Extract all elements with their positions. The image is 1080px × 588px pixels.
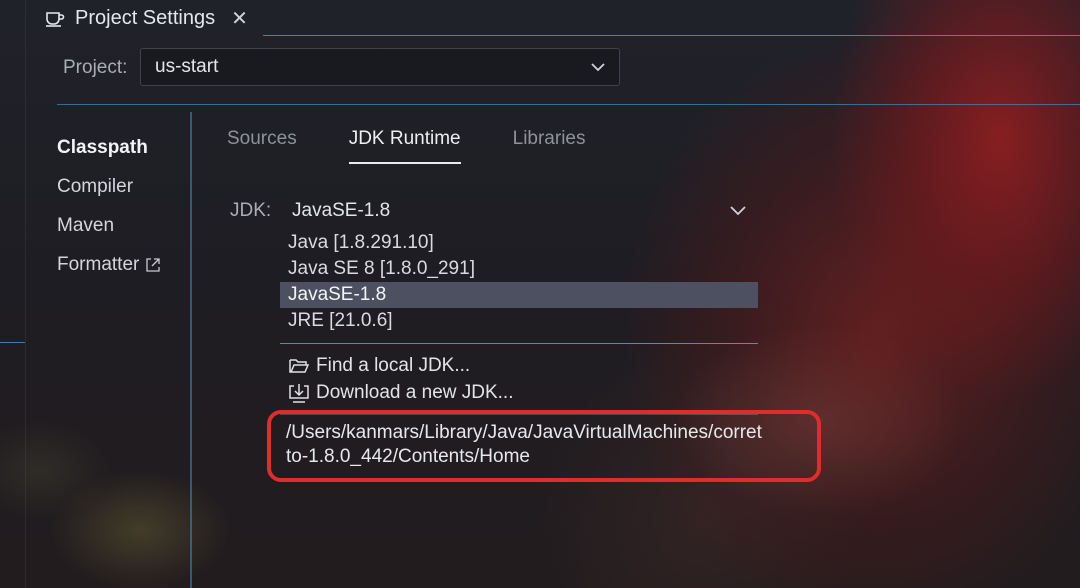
coffee-cup-icon bbox=[46, 12, 65, 27]
sidebar-item-classpath[interactable]: Classpath bbox=[57, 128, 161, 167]
sidebar-item-compiler[interactable]: Compiler bbox=[57, 167, 161, 206]
jdk-option-selected[interactable]: JavaSE-1.8 bbox=[280, 282, 758, 308]
jdk-select-value[interactable]: JavaSE-1.8 bbox=[292, 200, 390, 222]
tab-title: Project Settings bbox=[75, 6, 216, 29]
external-link-icon bbox=[146, 257, 161, 272]
sidebar-divider bbox=[190, 112, 192, 588]
left-panel-line bbox=[0, 342, 25, 343]
find-local-jdk-label: Find a local JDK... bbox=[316, 354, 471, 376]
download-jdk-item[interactable]: Download a new JDK... bbox=[280, 379, 760, 406]
left-panel-edge bbox=[0, 0, 26, 588]
dropdown-divider bbox=[280, 343, 758, 344]
settings-sidebar: Classpath Compiler Maven Formatter bbox=[57, 128, 161, 284]
sidebar-item-label: Classpath bbox=[57, 136, 148, 158]
sidebar-item-label: Formatter bbox=[57, 253, 140, 275]
download-jdk-label: Download a new JDK... bbox=[316, 381, 514, 403]
chevron-down-icon bbox=[591, 62, 605, 71]
download-icon bbox=[289, 383, 309, 403]
tab-jdk-runtime[interactable]: JDK Runtime bbox=[348, 128, 461, 164]
jdk-label: JDK: bbox=[230, 200, 272, 221]
project-select[interactable]: us-start bbox=[140, 48, 620, 86]
tab-project-settings[interactable]: Project Settings ✕ bbox=[25, 0, 263, 36]
jdk-option[interactable]: Java [1.8.291.10] bbox=[280, 230, 760, 256]
annotation-highlight-box bbox=[267, 410, 821, 482]
project-select-value: us-start bbox=[155, 56, 219, 77]
header-divider bbox=[57, 104, 1080, 105]
find-local-jdk-item[interactable]: Find a local JDK... bbox=[280, 352, 760, 379]
content-tabs: Sources JDK Runtime Libraries bbox=[227, 128, 586, 164]
jdk-dropdown: Java [1.8.291.10] Java SE 8 [1.8.0_291] … bbox=[280, 230, 760, 415]
folder-open-icon bbox=[289, 358, 310, 373]
sidebar-item-formatter[interactable]: Formatter bbox=[57, 245, 161, 284]
jdk-option[interactable]: JRE [21.0.6] bbox=[280, 308, 760, 334]
tab-libraries[interactable]: Libraries bbox=[513, 128, 586, 164]
chevron-down-icon[interactable] bbox=[730, 206, 746, 216]
project-label: Project: bbox=[63, 57, 128, 78]
tab-sources[interactable]: Sources bbox=[227, 128, 297, 164]
sidebar-item-label: Maven bbox=[57, 214, 115, 236]
sidebar-item-maven[interactable]: Maven bbox=[57, 206, 161, 245]
jdk-option[interactable]: Java SE 8 [1.8.0_291] bbox=[280, 256, 760, 282]
tab-bar-divider bbox=[263, 35, 1080, 36]
sidebar-item-label: Compiler bbox=[57, 175, 134, 197]
close-icon[interactable]: ✕ bbox=[231, 6, 248, 31]
